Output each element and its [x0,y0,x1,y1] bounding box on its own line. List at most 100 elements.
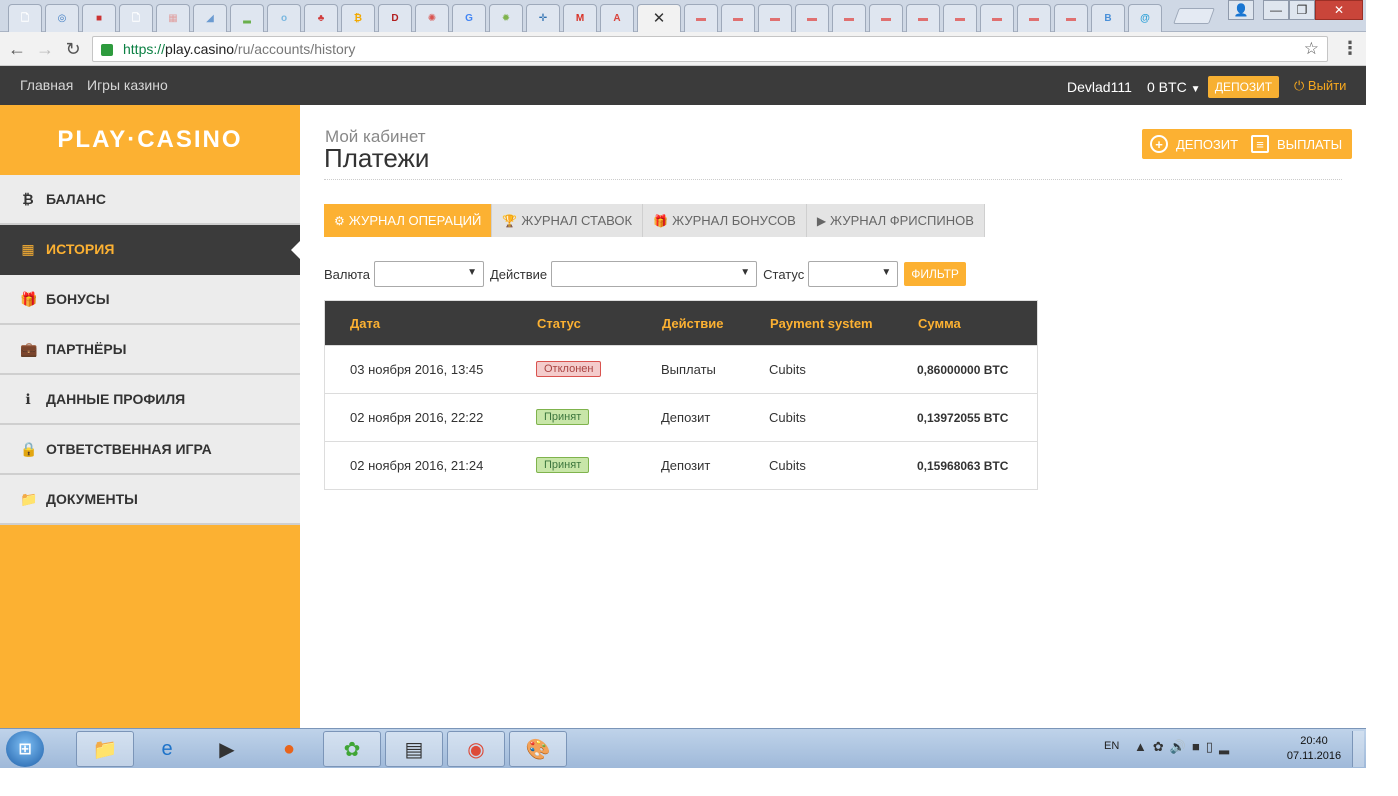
browser-tab[interactable]: ▬ [795,4,829,32]
minimize-icon[interactable]: — [1263,0,1289,20]
close-window-icon[interactable]: ✕ [1315,0,1363,20]
table-header: Дата Статус Действие Payment system Сумм… [325,301,1037,345]
browser-tab[interactable]: ▬ [1017,4,1051,32]
currency-select[interactable]: ▼ [374,261,484,287]
column-header-date[interactable]: Дата [350,316,380,331]
windows-start-icon[interactable]: ⊞ [6,731,44,767]
bookmark-star-icon[interactable]: ☆ [1304,39,1319,59]
chrome-icon[interactable]: ◉ [447,731,505,767]
cherry-icon: ♣ [317,12,325,24]
column-header-status[interactable]: Статус [537,316,581,331]
maximize-icon[interactable]: ❐ [1289,0,1315,20]
plus-circle-icon: + [1150,135,1168,153]
media-player-icon[interactable]: ▶ [198,731,256,767]
payouts-button[interactable]: ≡ ВЫПЛАТЫ [1243,129,1353,159]
browser-tab[interactable]: ✛ [526,4,560,32]
sidebar-item-documents[interactable]: 📁 ДОКУМЕНТЫ [0,475,300,525]
browser-tab[interactable]: o [267,4,301,32]
forward-icon[interactable]: → [34,38,56,60]
show-desktop-button[interactable] [1352,731,1364,767]
sidebar-item-history[interactable]: ▦ ИСТОРИЯ [0,225,300,275]
browser-tab-active[interactable]: ✕ [637,4,681,32]
browser-tab[interactable]: @ [1128,4,1162,32]
new-tab-button[interactable] [1173,8,1215,24]
browser-tab[interactable]: ▬ [721,4,755,32]
sidebar-item-label: ДАННЫЕ ПРОФИЛЯ [46,391,186,407]
column-header-action[interactable]: Действие [662,316,723,331]
icq-icon[interactable]: ✿ [323,731,381,767]
paint-icon[interactable]: 🎨 [509,731,567,767]
explorer-icon[interactable]: 📁 [76,731,134,767]
firefox-icon[interactable]: ● [260,731,318,767]
browser-tab[interactable]: 🗋 [119,4,153,32]
status-select[interactable]: ▼ [808,261,899,287]
blank-page-icon: 🗋 [131,12,141,24]
clock[interactable]: 20:40 07.11.2016 [1284,734,1344,764]
car-icon: ▬ [733,12,743,24]
browser-menu-icon[interactable]: ⋮ [1341,38,1359,59]
top-deposit-button[interactable]: ДЕПОЗИТ [1208,76,1279,98]
nav-link-casino-games[interactable]: Игры казино [87,77,168,93]
profile-icon[interactable]: 👤 [1228,0,1254,20]
browser-tab[interactable]: ◢ [193,4,227,32]
sidebar-item-responsible-gaming[interactable]: 🔒 ОТВЕТСТВЕННАЯ ИГРА [0,425,300,475]
tab-bets-journal[interactable]: 🏆 ЖУРНАЛ СТАВОК [492,204,644,237]
username[interactable]: Devlad111 [1067,79,1132,95]
browser-tab[interactable]: D [378,4,412,32]
browser-tab[interactable]: ✺ [415,4,449,32]
browser-tab[interactable]: ▬ [1054,4,1088,32]
browser-tab[interactable]: ♣ [304,4,338,32]
language-indicator[interactable]: EN [1104,740,1119,752]
browser-tab[interactable]: ✹ [489,4,523,32]
car-icon: ▬ [992,12,1002,24]
internet-explorer-icon[interactable]: e [138,731,196,767]
url-host: play.casino [165,41,235,57]
row-date: 02 ноября 2016, 22:22 [350,410,484,425]
sidebar-item-bonuses[interactable]: 🎁 БОНУСЫ [0,275,300,325]
sidebar-item-label: БОНУСЫ [46,291,110,307]
briefcase-icon: 💼 [20,340,38,357]
column-header-payment-system[interactable]: Payment system [770,316,873,331]
action-label: Действие [490,266,548,282]
deposit-button[interactable]: + ДЕПОЗИТ [1142,129,1249,159]
browser-tab[interactable]: ▂ [230,4,264,32]
sidebar-menu: ₿ БАЛАНС ▦ ИСТОРИЯ 🎁 БОНУСЫ 💼 ПАРТНЁРЫ ℹ ДАНН… [0,175,300,525]
task-manager-icon[interactable]: ▤ [385,731,443,767]
action-select[interactable]: ▼ [551,261,758,287]
browser-tab[interactable]: G [452,4,486,32]
back-icon[interactable]: ← [6,38,28,60]
tab-operations-journal[interactable]: ⚙ ЖУРНАЛ ОПЕРАЦИЙ [324,204,493,237]
browser-tab[interactable]: ▬ [869,4,903,32]
sidebar-item-partners[interactable]: 💼 ПАРТНЁРЫ [0,325,300,375]
browser-tab[interactable]: ▬ [943,4,977,32]
browser-tab[interactable]: M [563,4,597,32]
browser-tab[interactable]: ■ [82,4,116,32]
logout-link[interactable]: ⏻ Выйти [1294,78,1346,94]
sidebar-item-profile[interactable]: ℹ ДАННЫЕ ПРОФИЛЯ [0,375,300,425]
browser-tab[interactable]: ◎ [45,4,79,32]
column-header-amount[interactable]: Сумма [918,316,961,331]
browser-tab[interactable]: 🗋 [8,4,42,32]
car-icon: ▬ [844,12,854,24]
browser-tab[interactable]: B [1091,4,1125,32]
browser-tab[interactable]: ▬ [684,4,718,32]
browser-tab[interactable]: ▬ [832,4,866,32]
reload-icon[interactable]: ↻ [62,38,84,60]
tab-freespins-journal[interactable]: ▶ ЖУРНАЛ ФРИСПИНОВ [806,204,985,237]
system-tray-icons[interactable]: ▲✿🔊■▯▂ [1134,739,1235,755]
tab-bonuses-journal[interactable]: 🎁 ЖУРНАЛ БОНУСОВ [643,204,807,237]
browser-tab[interactable]: ▬ [758,4,792,32]
nav-link-home[interactable]: Главная [20,77,73,93]
browser-tab[interactable]: ▬ [980,4,1014,32]
site-logo[interactable]: PLAY·CASINO [0,105,300,175]
close-tab-icon[interactable]: ✕ [652,11,667,26]
address-bar[interactable]: https://play.casino/ru/accounts/history … [92,36,1328,62]
browser-tab[interactable]: ₿ [341,4,375,32]
browser-tab[interactable]: ▦ [156,4,190,32]
balance-dropdown[interactable]: 0 BTC ▼ [1147,79,1200,95]
sidebar-item-balance[interactable]: ₿ БАЛАНС [0,175,300,225]
filter-button[interactable]: ФИЛЬТР [904,262,966,286]
browser-tab[interactable]: A [600,4,634,32]
row-action: Депозит [661,410,711,425]
browser-tab[interactable]: ▬ [906,4,940,32]
